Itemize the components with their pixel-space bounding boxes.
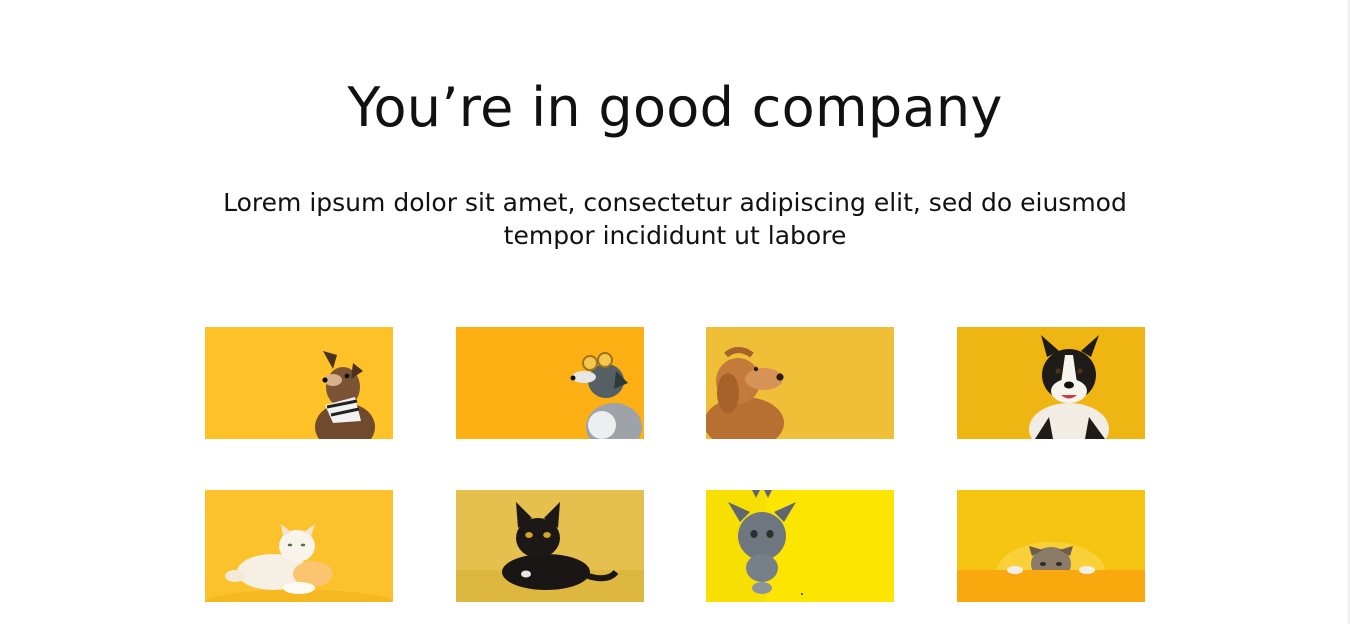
- page-subtitle: Lorem ipsum dolor sit amet, consectetur …: [223, 188, 1127, 250]
- gallery-image-dog-bandana: [205, 327, 393, 439]
- gallery-image-border-collie: [957, 327, 1145, 439]
- page-title: You’re in good company: [347, 76, 1003, 139]
- gallery-image-peeking-cat: [957, 490, 1145, 602]
- gallery-image-black-cat: [456, 490, 644, 602]
- gallery-image-dog-sunglasses: [456, 327, 644, 439]
- gallery-image-white-cat: [205, 490, 393, 602]
- gallery-image-curly-dog: [706, 327, 894, 439]
- pet-gallery: [205, 327, 1145, 604]
- gallery-image-grey-kitten: [706, 490, 894, 602]
- page: You’re in good company Lorem ipsum dolor…: [0, 0, 1348, 624]
